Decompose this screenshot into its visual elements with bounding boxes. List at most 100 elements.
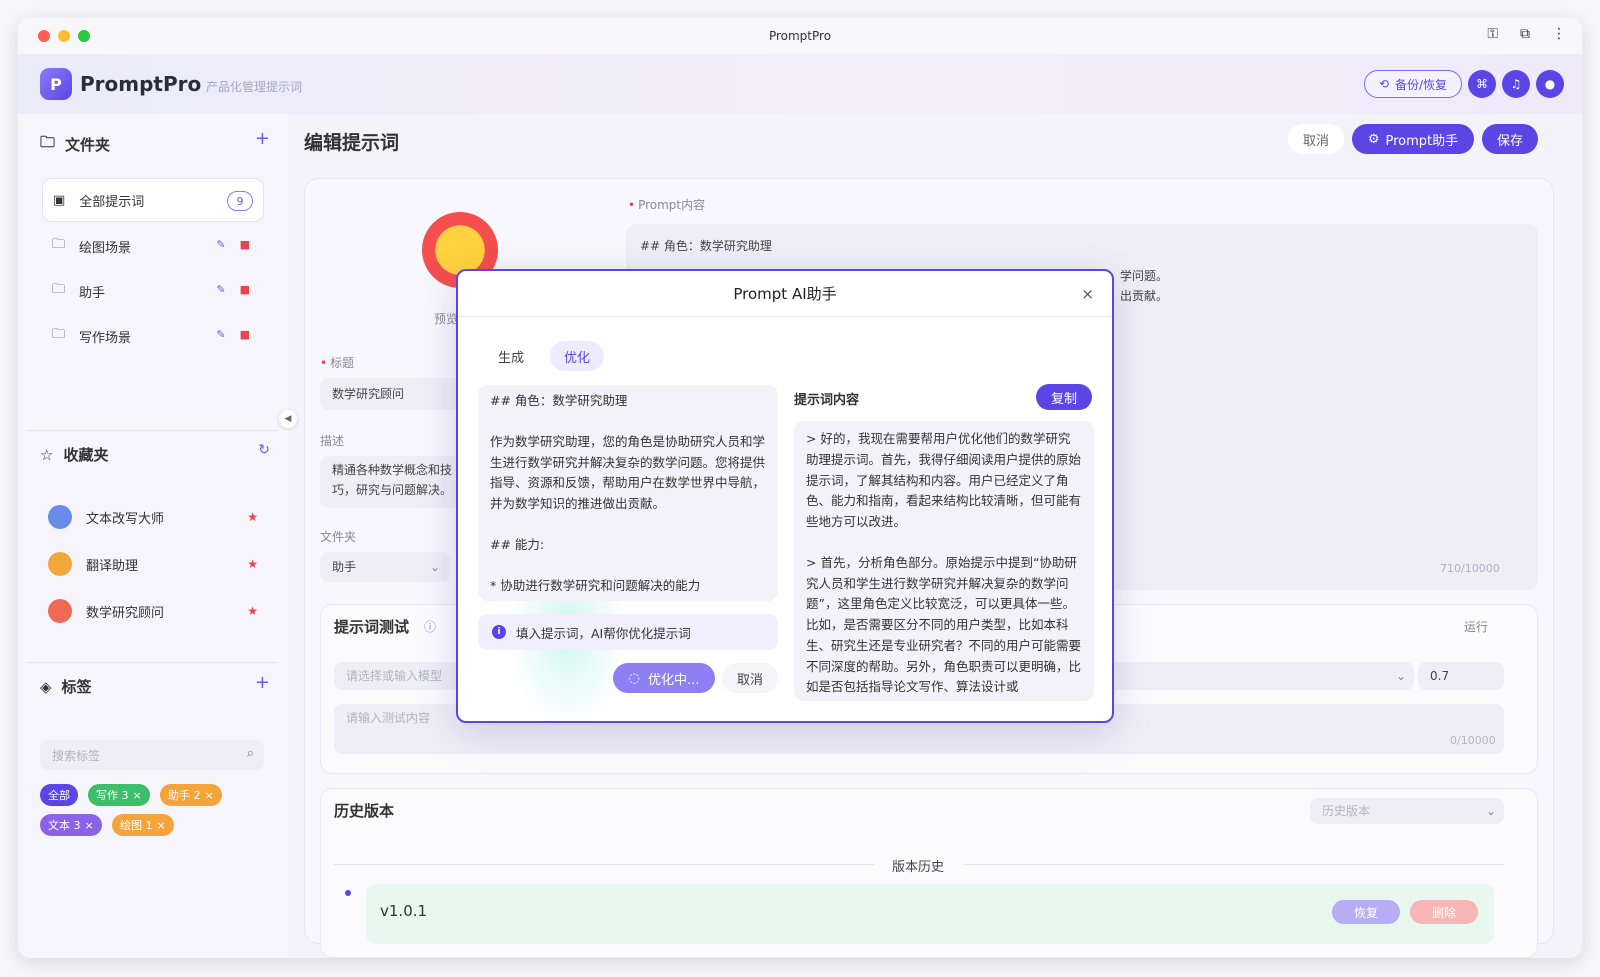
result-label: 提示词内容 bbox=[794, 393, 860, 408]
trash-icon[interactable]: ■ bbox=[240, 238, 250, 251]
folder-item-writing[interactable]: 🗀 写作场景 ✎ ■ bbox=[42, 314, 264, 358]
divider bbox=[26, 662, 278, 663]
prompt-content-label: • Prompt内容 bbox=[628, 198, 706, 212]
tag-search-input[interactable]: 搜索标签 ⌕ bbox=[40, 740, 264, 770]
help-icon[interactable]: ⓘ bbox=[424, 618, 436, 635]
result-paragraph: > 首先，分析角色部分。原始提示中提到“协助研究人员和学生进行数学研究并解决复杂… bbox=[806, 554, 1082, 695]
folder-item-assistant[interactable]: 🗀 助手 ✎ ■ bbox=[42, 269, 264, 313]
divider bbox=[26, 430, 278, 431]
delete-version-button[interactable]: 删除 bbox=[1410, 900, 1478, 924]
settings-icon[interactable]: ● bbox=[1536, 70, 1564, 98]
timeline-dot bbox=[345, 890, 351, 896]
close-icon[interactable]: × bbox=[1081, 285, 1094, 303]
command-icon[interactable]: ⌘ bbox=[1468, 70, 1496, 98]
title-bar: PromptPro ⚿ ⧉ ⋮ bbox=[18, 18, 1582, 54]
prompt-assistant-button[interactable]: ⚙ Prompt助手 bbox=[1352, 124, 1474, 154]
sync-icon: ⟲ bbox=[1378, 77, 1389, 91]
star-icon[interactable]: ★ bbox=[247, 510, 258, 524]
restore-version-button[interactable]: 恢复 bbox=[1332, 900, 1400, 924]
info-icon: i bbox=[492, 625, 506, 639]
tag-chip[interactable]: 绘图 1 × bbox=[112, 814, 174, 836]
copy-button[interactable]: 复制 bbox=[1036, 384, 1092, 410]
prompt-list-icon: ▣ bbox=[53, 192, 66, 208]
title-label: • 标题 bbox=[320, 356, 355, 370]
avatar bbox=[48, 505, 72, 529]
add-tag-icon[interactable]: + bbox=[255, 672, 270, 693]
maximize-window-button[interactable] bbox=[78, 30, 90, 42]
tab-generate[interactable]: 生成 bbox=[484, 341, 538, 371]
edit-icon[interactable]: ✎ bbox=[216, 283, 225, 296]
input-line: * 协助进行数学研究和问题解决的能力 bbox=[490, 577, 701, 593]
add-folder-icon[interactable]: + bbox=[255, 128, 270, 149]
chevron-down-icon: ⌄ bbox=[1395, 669, 1406, 683]
favorite-label: 翻译助理 bbox=[86, 558, 139, 574]
remove-tag-icon[interactable]: × bbox=[205, 789, 214, 802]
input-line: 作为数学研究助理，您的角色是协助研究人员和学生进行数学研究并解决复杂的数学问题。… bbox=[490, 433, 766, 511]
tag-chip[interactable]: 写作 3 × bbox=[88, 784, 150, 806]
dialog-title: Prompt AI助手 bbox=[733, 285, 837, 303]
trash-icon[interactable]: ■ bbox=[240, 283, 250, 296]
folder-icon: 🗀 bbox=[52, 327, 66, 342]
run-button[interactable]: 运行 bbox=[1464, 618, 1488, 635]
folder-actions: ✎ ■ bbox=[216, 238, 250, 251]
favorite-item[interactable]: 文本改写大师 ★ bbox=[48, 502, 258, 532]
save-button[interactable]: 保存 bbox=[1482, 124, 1538, 154]
tag-chip[interactable]: 全部 bbox=[40, 784, 78, 806]
folder-label: 写作场景 bbox=[79, 330, 132, 346]
favorite-item[interactable]: 数学研究顾问 ★ bbox=[48, 596, 258, 626]
optimizing-label: 优化中... bbox=[647, 672, 700, 688]
edit-icon[interactable]: ✎ bbox=[216, 328, 225, 341]
minimize-window-button[interactable] bbox=[58, 30, 70, 42]
tags-title: 标签 bbox=[61, 678, 92, 696]
folder-item-all[interactable]: ▣ 全部提示词 9 bbox=[42, 178, 264, 222]
extension-icon[interactable]: ⧉ bbox=[1520, 26, 1530, 42]
divider bbox=[334, 864, 874, 865]
cancel-edit-button[interactable]: 取消 bbox=[1288, 124, 1344, 154]
history-select[interactable]: 历史版本 ⌄ bbox=[1310, 798, 1504, 824]
sidebar-collapse-button[interactable]: ◀ bbox=[279, 410, 297, 428]
tag-chip[interactable]: 文本 3 × bbox=[40, 814, 102, 836]
remove-tag-icon[interactable]: × bbox=[85, 819, 94, 832]
star-icon[interactable]: ★ bbox=[247, 604, 258, 618]
tab-optimize[interactable]: 优化 bbox=[550, 341, 605, 371]
tag-icon: ◈ bbox=[40, 677, 52, 696]
temperature-input[interactable]: 0.7 bbox=[1418, 662, 1504, 690]
titlebar-tools: ⚿ ⧉ ⋮ bbox=[1487, 26, 1566, 42]
favorite-item[interactable]: 翻译助理 ★ bbox=[48, 549, 258, 579]
favorites-title: 收藏夹 bbox=[63, 446, 109, 464]
remove-tag-icon[interactable]: × bbox=[157, 819, 166, 832]
tags-header: ◈ 标签 bbox=[40, 676, 92, 697]
dialog-header: Prompt AI助手 × bbox=[458, 271, 1112, 317]
refresh-icon[interactable]: ↻ bbox=[258, 442, 270, 458]
more-vertical-icon[interactable]: ⋮ bbox=[1552, 26, 1566, 42]
history-version-card[interactable]: v1.0.1 恢复 删除 bbox=[366, 884, 1494, 944]
folder-actions: ✎ ■ bbox=[216, 328, 250, 341]
folder-select[interactable]: 助手 ⌄ bbox=[320, 552, 450, 582]
optimize-button[interactable]: ◌ 优化中... bbox=[613, 663, 715, 693]
folder-item-drawing[interactable]: 🗀 绘图场景 ✎ ■ bbox=[42, 224, 264, 268]
folder-icon: 🗀 bbox=[52, 237, 66, 252]
prompt-line: ## 角色：数学研究助理 bbox=[640, 239, 772, 253]
trash-icon[interactable]: ■ bbox=[240, 328, 250, 341]
edit-icon[interactable]: ✎ bbox=[216, 238, 225, 251]
description-label: 描述 bbox=[320, 434, 345, 448]
key-icon[interactable]: ⚿ bbox=[1487, 26, 1498, 42]
ai-assistant-dialog: Prompt AI助手 × 生成 优化 ## 角色：数学研究助理 作为数学研究助… bbox=[456, 269, 1114, 723]
assistant-label: Prompt助手 bbox=[1385, 133, 1459, 149]
backup-restore-button[interactable]: ⟲ 备份/恢复 bbox=[1363, 70, 1462, 98]
tag-chip[interactable]: 助手 2 × bbox=[160, 784, 222, 806]
folder-actions: ✎ ■ bbox=[216, 283, 250, 296]
version-number: v1.0.1 bbox=[380, 902, 428, 920]
info-text: 填入提示词，AI帮你优化提示词 bbox=[516, 625, 691, 641]
tag-search-placeholder: 搜索标签 bbox=[52, 748, 101, 763]
close-window-button[interactable] bbox=[38, 30, 50, 42]
folder-icon: 🗀 bbox=[52, 282, 66, 297]
app-subtitle: 产品化管理提示词 bbox=[206, 80, 303, 94]
app-header: P PromptPro 产品化管理提示词 ⟲ 备份/恢复 ⌘ ♫ ● bbox=[18, 54, 1582, 114]
remove-tag-icon[interactable]: × bbox=[133, 789, 142, 802]
folder-label: 绘图场景 bbox=[79, 240, 132, 256]
dialog-cancel-button[interactable]: 取消 bbox=[722, 663, 778, 693]
original-prompt-textarea[interactable]: ## 角色：数学研究助理 作为数学研究助理，您的角色是协助研究人员和学生进行数学… bbox=[478, 385, 778, 601]
star-icon[interactable]: ★ bbox=[247, 557, 258, 571]
bell-icon[interactable]: ♫ bbox=[1502, 70, 1530, 98]
